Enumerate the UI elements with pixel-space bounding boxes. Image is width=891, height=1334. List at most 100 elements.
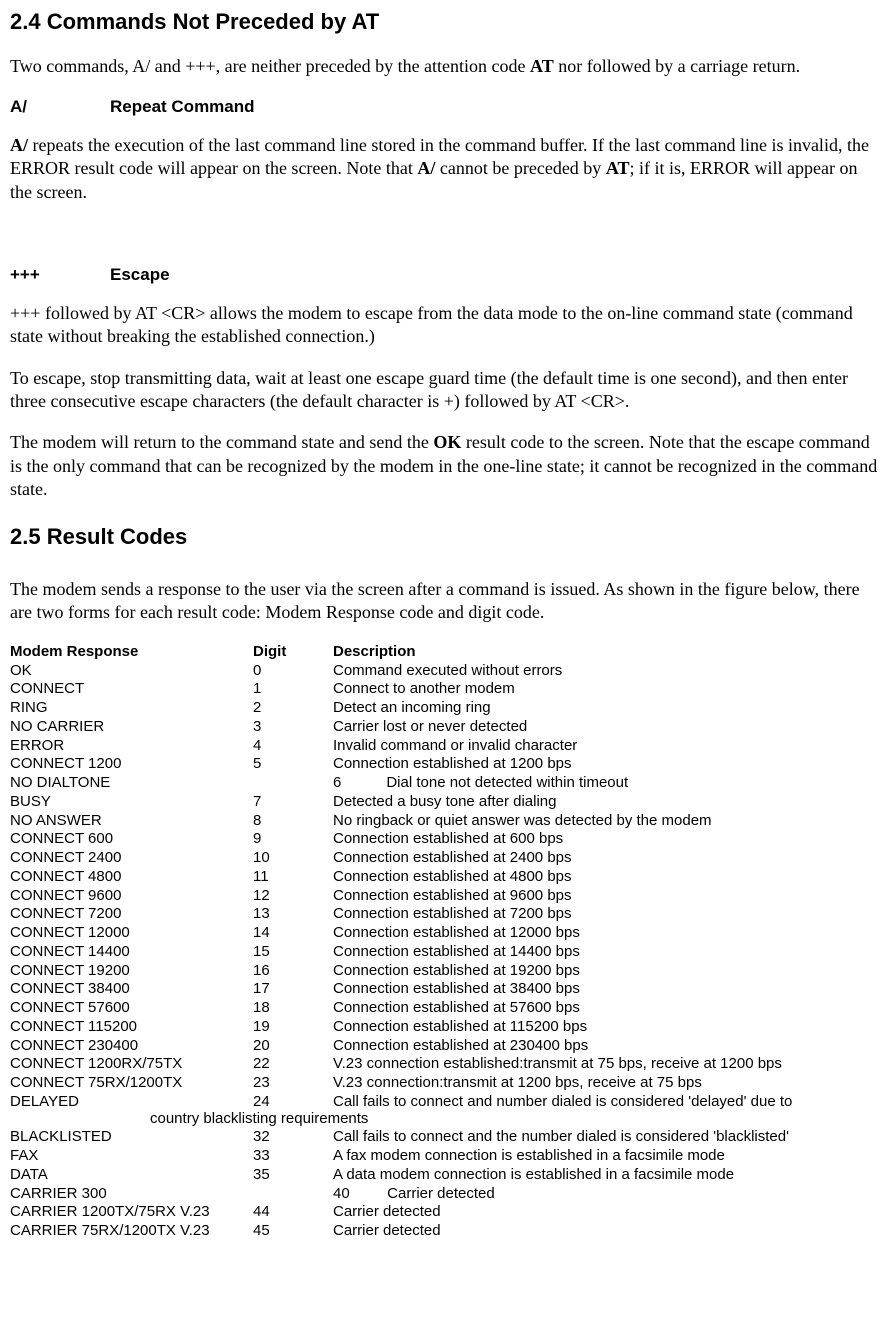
cell-response: CONNECT 7200 — [10, 905, 253, 924]
cell-digit: 1 — [253, 680, 333, 699]
section-2-5-intro: The modem sends a response to the user v… — [10, 578, 881, 625]
table-row: CONNECT 12005Connection established at 1… — [10, 755, 800, 774]
table-row: CONNECT 11520019Connection established a… — [10, 1018, 800, 1037]
aslash-bold-2: A/ — [417, 158, 435, 178]
cell-description: Invalid command or invalid character — [333, 737, 800, 756]
cell-digit: 20 — [253, 1037, 333, 1056]
cell-response: DATA — [10, 1166, 253, 1185]
cell-digit — [253, 774, 333, 793]
cell-digit: 35 — [253, 1166, 333, 1185]
cell-description: A data modem connection is established i… — [333, 1166, 797, 1185]
table-row: BLACKLISTED32Call fails to connect and t… — [10, 1128, 797, 1147]
cell-description: Connection established at 57600 bps — [333, 999, 800, 1018]
cell-description: Detect an incoming ring — [333, 699, 800, 718]
escape-cmd: +++ — [10, 264, 110, 286]
cell-digit: 14 — [253, 924, 333, 943]
table-row: CONNECT 3840017Connection established at… — [10, 980, 800, 999]
table-row: NO CARRIER3Carrier lost or never detecte… — [10, 718, 800, 737]
cell-response: CARRIER 75RX/1200TX V.23 — [10, 1222, 253, 1241]
cell-description: 40 Carrier detected — [333, 1185, 797, 1204]
escape-p3-a: The modem will return to the command sta… — [10, 432, 433, 452]
section-2-5-title: 2.5 Result Codes — [10, 523, 881, 552]
cell-digit: 33 — [253, 1147, 333, 1166]
table-row: CARRIER 75RX/1200TX V.2345Carrier detect… — [10, 1222, 797, 1241]
escape-p1: +++ followed by AT <CR> allows the modem… — [10, 302, 881, 349]
table-row: CONNECT 5760018Connection established at… — [10, 999, 800, 1018]
table-row: OK0Command executed without errors — [10, 662, 800, 681]
escape-heading: +++Escape — [10, 264, 881, 286]
cell-description: Connection established at 12000 bps — [333, 924, 800, 943]
result-codes-table-2: BLACKLISTED32Call fails to connect and t… — [10, 1128, 797, 1241]
table-header-row: Modem Response Digit Description — [10, 643, 800, 662]
cell-response: CONNECT 2400 — [10, 849, 253, 868]
aslash-bold-3: AT — [606, 158, 630, 178]
cell-description: Call fails to connect and number dialed … — [333, 1093, 800, 1112]
section-2-4-intro: Two commands, A/ and +++, are neither pr… — [10, 55, 881, 78]
cell-digit: 23 — [253, 1074, 333, 1093]
section-2-4-title: 2.4 Commands Not Preceded by AT — [10, 8, 881, 37]
cell-description: Connect to another modem — [333, 680, 800, 699]
escape-p3: The modem will return to the command sta… — [10, 431, 881, 501]
cell-response: FAX — [10, 1147, 253, 1166]
delayed-wrap-line: country blacklisting requirements — [10, 1110, 881, 1129]
table-row: CONNECT 240010Connection established at … — [10, 849, 800, 868]
aslash-heading: A/Repeat Command — [10, 96, 881, 118]
table-row: CONNECT 960012Connection established at … — [10, 887, 800, 906]
cell-description: Connection established at 230400 bps — [333, 1037, 800, 1056]
aslash-text-2: cannot be preceded by — [435, 158, 605, 178]
escape-label: Escape — [110, 265, 170, 284]
cell-response: CARRIER 1200TX/75RX V.23 — [10, 1203, 253, 1222]
cell-response: CONNECT 1200RX/75TX — [10, 1055, 253, 1074]
cell-digit: 44 — [253, 1203, 333, 1222]
cell-response: CONNECT 1200 — [10, 755, 253, 774]
cell-digit: 12 — [253, 887, 333, 906]
header-response: Modem Response — [10, 643, 253, 662]
cell-description: Command executed without errors — [333, 662, 800, 681]
cell-response: RING — [10, 699, 253, 718]
cell-response: BUSY — [10, 793, 253, 812]
table-row: DATA35A data modem connection is establi… — [10, 1166, 797, 1185]
cell-response: CONNECT 12000 — [10, 924, 253, 943]
cell-digit: 7 — [253, 793, 333, 812]
result-codes-table: Modem Response Digit Description OK0Comm… — [10, 643, 800, 1112]
cell-digit: 22 — [253, 1055, 333, 1074]
aslash-cmd: A/ — [10, 96, 110, 118]
cell-description: Connection established at 7200 bps — [333, 905, 800, 924]
cell-description: Connection established at 1200 bps — [333, 755, 800, 774]
header-description: Description — [333, 643, 800, 662]
cell-description: Carrier detected — [333, 1222, 797, 1241]
cell-response: CONNECT 230400 — [10, 1037, 253, 1056]
table-row: CARRIER 300 40 Carrier detected — [10, 1185, 797, 1204]
escape-p3-bold: OK — [433, 432, 461, 452]
cell-description: Connection established at 38400 bps — [333, 980, 800, 999]
cell-response: CONNECT 14400 — [10, 943, 253, 962]
table-row: CONNECT 75RX/1200TX23V.23 connection:tra… — [10, 1074, 800, 1093]
intro-bold-at: AT — [530, 56, 554, 76]
cell-response: NO ANSWER — [10, 812, 253, 831]
cell-description: Connection established at 9600 bps — [333, 887, 800, 906]
table-row: CONNECT 480011Connection established at … — [10, 868, 800, 887]
cell-response: CONNECT 4800 — [10, 868, 253, 887]
cell-description: Connection established at 115200 bps — [333, 1018, 800, 1037]
cell-digit: 18 — [253, 999, 333, 1018]
table-row: CONNECT 1440015Connection established at… — [10, 943, 800, 962]
cell-description: Call fails to connect and the number dia… — [333, 1128, 797, 1147]
cell-response: CARRIER 300 — [10, 1185, 253, 1204]
cell-response: CONNECT 19200 — [10, 962, 253, 981]
cell-response: NO CARRIER — [10, 718, 253, 737]
aslash-bold-1: A/ — [10, 135, 28, 155]
table-row: NO ANSWER8No ringback or quiet answer wa… — [10, 812, 800, 831]
cell-description: No ringback or quiet answer was detected… — [333, 812, 800, 831]
table-row: CONNECT 23040020Connection established a… — [10, 1037, 800, 1056]
table-row: RING2Detect an incoming ring — [10, 699, 800, 718]
cell-description: Detected a busy tone after dialing — [333, 793, 800, 812]
cell-digit: 16 — [253, 962, 333, 981]
cell-response: CONNECT 9600 — [10, 887, 253, 906]
cell-digit: 11 — [253, 868, 333, 887]
cell-digit: 0 — [253, 662, 333, 681]
cell-description: Carrier lost or never detected — [333, 718, 800, 737]
table-row: FAX33A fax modem connection is establish… — [10, 1147, 797, 1166]
table-row: CONNECT 1920016Connection established at… — [10, 962, 800, 981]
cell-description: A fax modem connection is established in… — [333, 1147, 797, 1166]
table-row: CONNECT 1200014Connection established at… — [10, 924, 800, 943]
